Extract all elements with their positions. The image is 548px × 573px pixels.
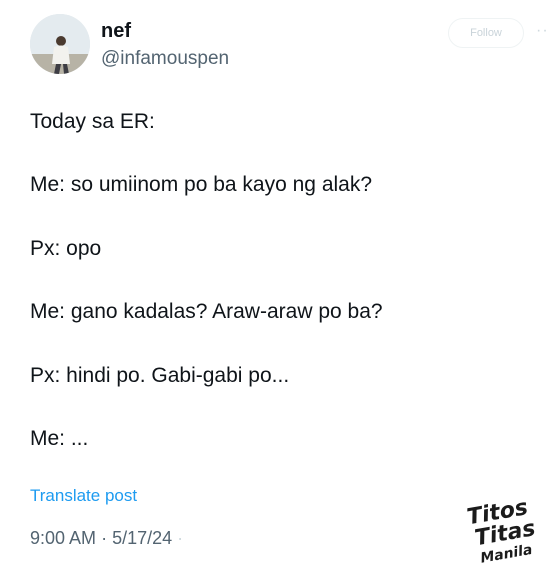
- more-horizontal-icon[interactable]: ···: [536, 22, 548, 40]
- post-timestamp[interactable]: 9:00 AM · 5/17/24 ·: [30, 528, 183, 549]
- post-line: Me: gano kadalas? Araw-araw po ba?: [30, 300, 383, 323]
- author-handle[interactable]: @infamouspen: [101, 48, 229, 70]
- meta-separator-trailing: ·: [177, 528, 184, 548]
- author-name[interactable]: nef: [101, 20, 131, 43]
- post-date: 5/17/24: [112, 528, 173, 548]
- post-line: Px: hindi po. Gabi-gabi po...: [30, 364, 290, 387]
- meta-separator: ·: [101, 528, 108, 548]
- avatar[interactable]: [30, 14, 90, 74]
- post-time: 9:00 AM: [30, 528, 97, 548]
- post-line: Today sa ER:: [30, 110, 155, 133]
- follow-button[interactable]: Follow: [448, 18, 524, 48]
- post-line: Px: opo: [30, 237, 102, 260]
- translate-post-link[interactable]: Translate post: [30, 486, 137, 506]
- avatar-photo: [30, 14, 90, 74]
- post-header: nef @infamouspen Follow ···: [30, 14, 548, 76]
- titos-titas-manila-logo: Titos Titas Manila: [464, 492, 548, 568]
- post-line: Me: so umiinom po ba kayo ng alak?: [30, 173, 373, 196]
- post-line: Me: ...: [30, 427, 89, 450]
